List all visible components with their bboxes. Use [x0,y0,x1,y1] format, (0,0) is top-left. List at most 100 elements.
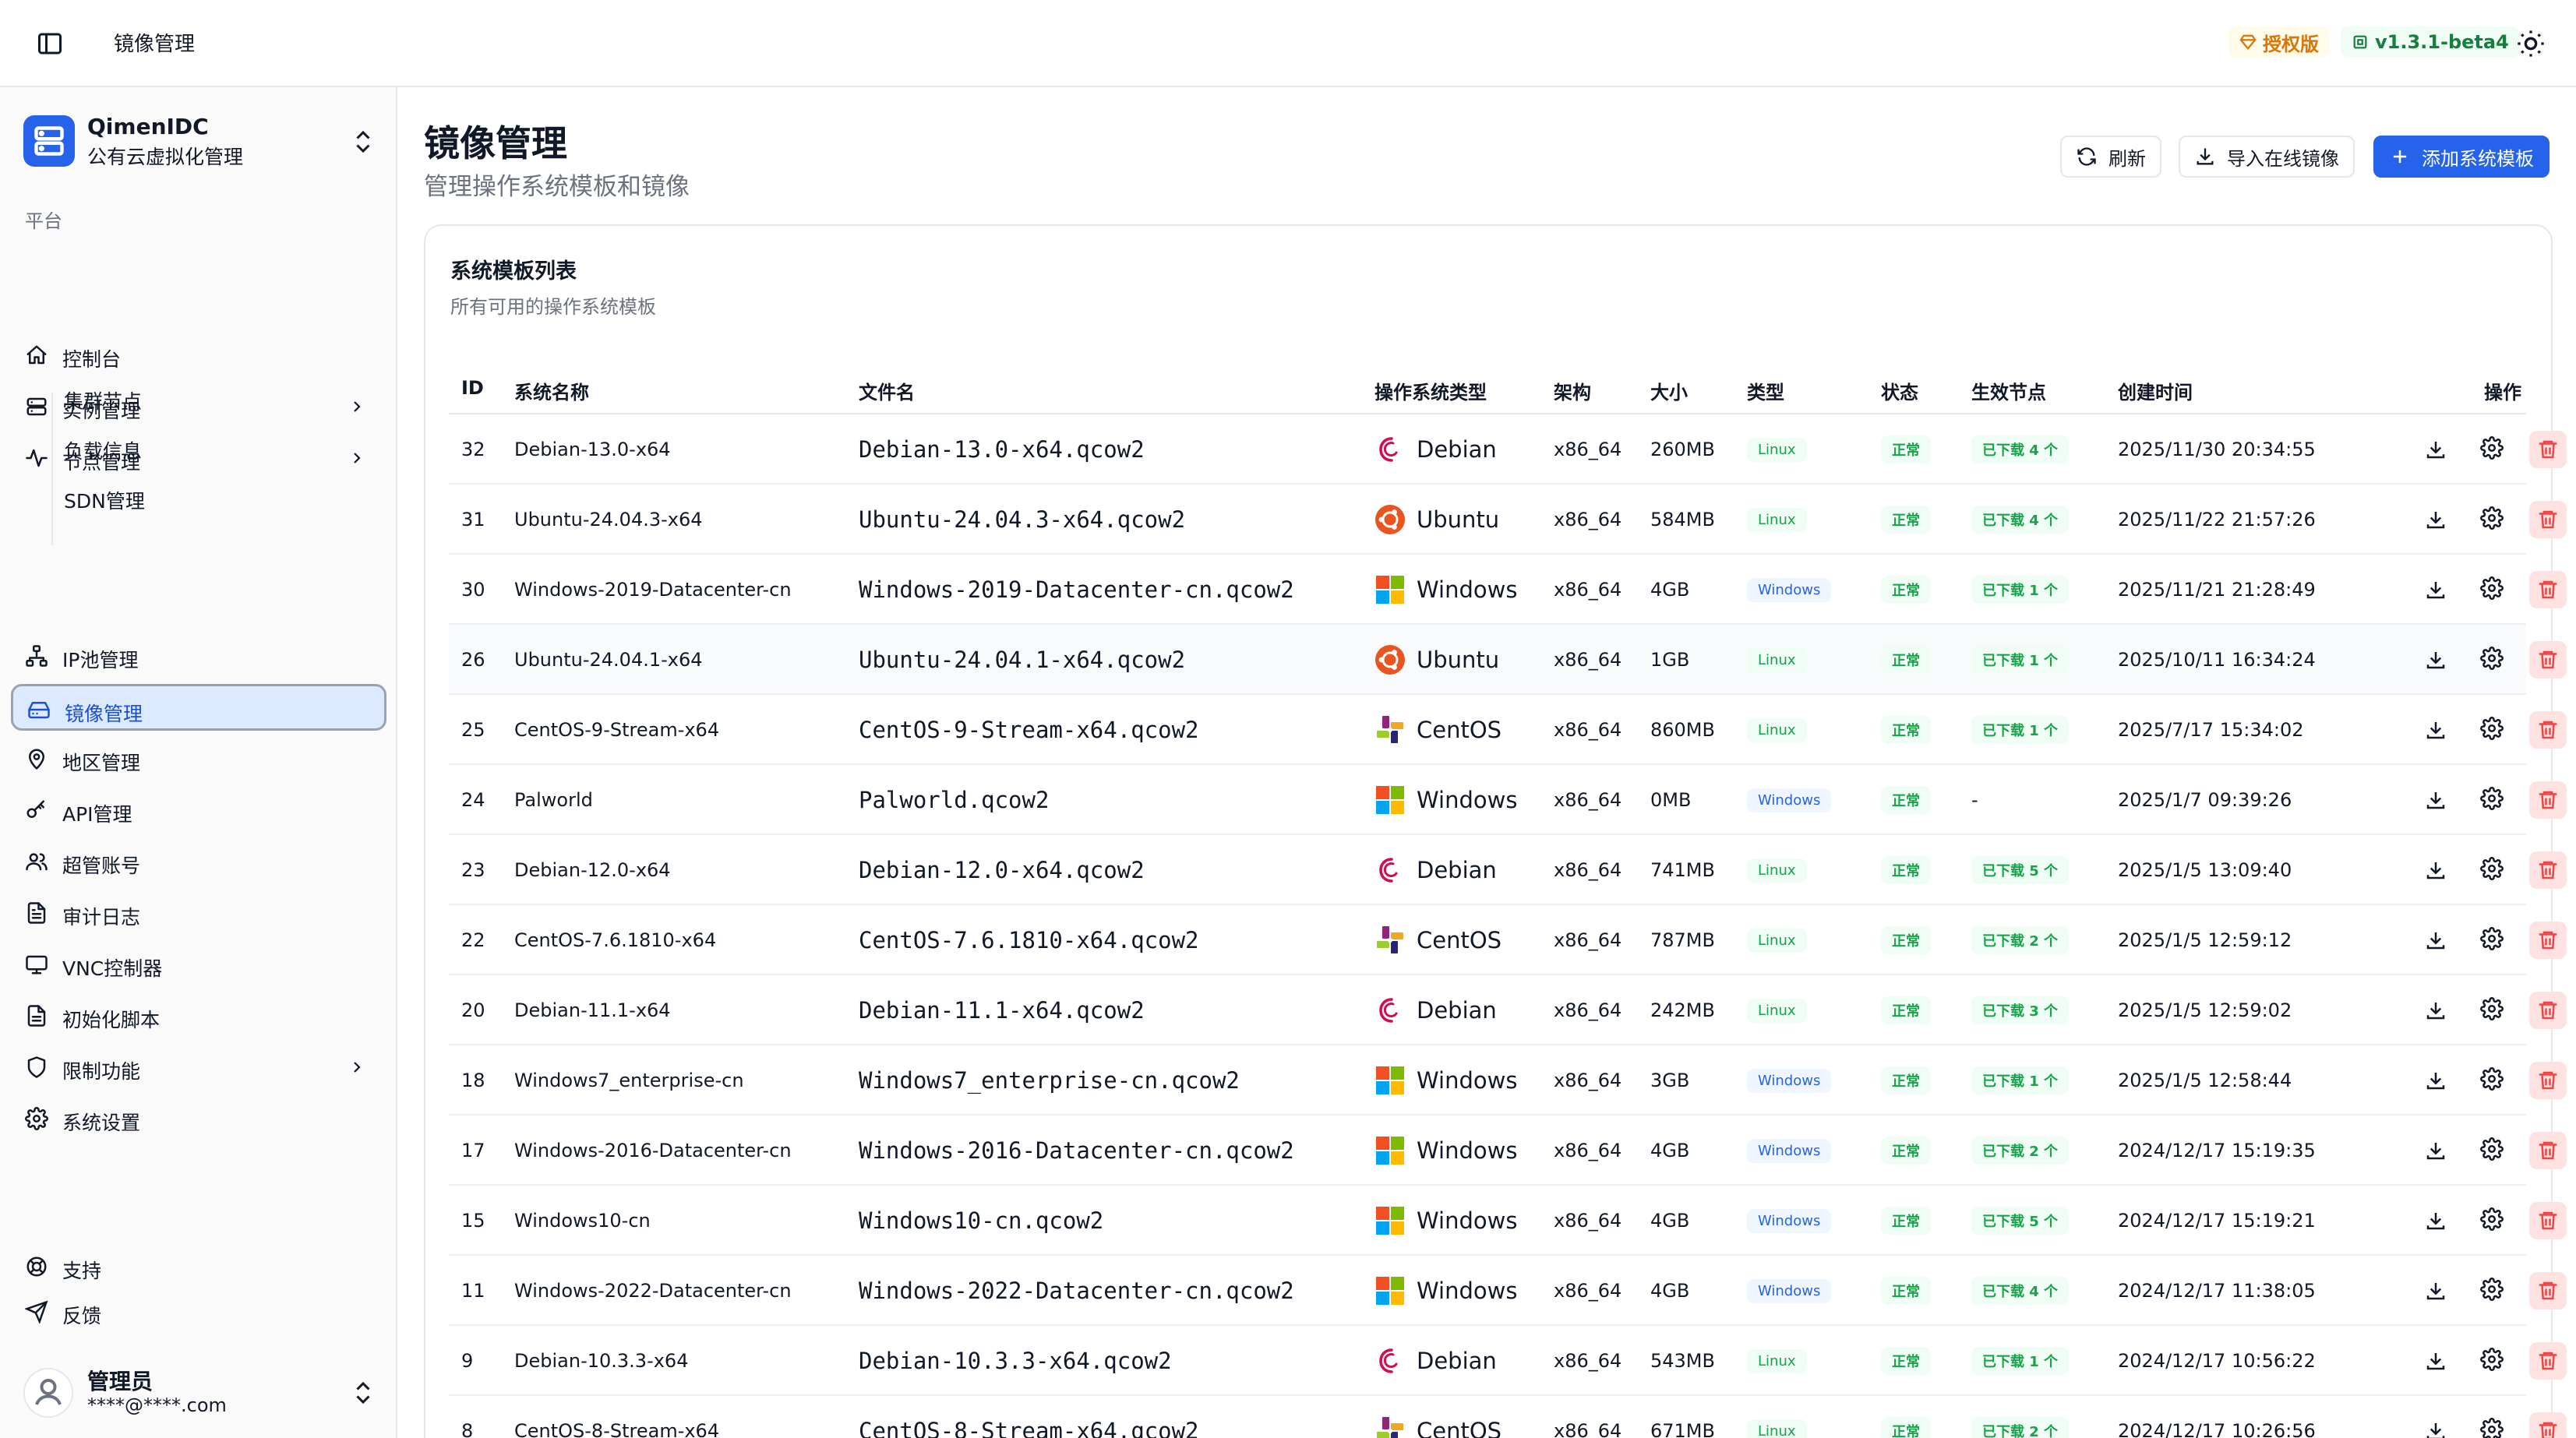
table-row[interactable]: 26 Ubuntu-24.04.1-x64 Ubuntu-24.04.1-x64.q… [449,625,2567,695]
settings-button[interactable] [2473,851,2511,889]
download-button[interactable] [2417,781,2454,819]
delete-button[interactable] [2529,501,2567,538]
table-row[interactable]: 22 CentOS-7.6.1810-x64 CentOS-7.6.1810-x64… [449,905,2567,975]
download-button[interactable] [2417,1272,2454,1309]
settings-button[interactable] [2473,992,2511,1029]
sidebar-item-images[interactable]: 镜像管理 [11,684,386,731]
settings-button[interactable] [2473,922,2511,959]
settings-button[interactable] [2473,1412,2511,1438]
sidebar-item-restrictions[interactable]: 限制功能 [11,1044,386,1091]
sidebar-subitem-cluster-nodes[interactable]: 集群节点 [64,386,142,414]
nodes-badge[interactable]: 已下载 4 个 [1971,435,2070,463]
delete-button[interactable] [2529,922,2567,959]
delete-button[interactable] [2529,781,2567,819]
sidebar-item-regions[interactable]: 地区管理 [11,735,386,782]
settings-button[interactable] [2473,781,2511,819]
table-row[interactable]: 8 CentOS-8-Stream-x64 CentOS-8-Stream-x64.… [449,1396,2567,1438]
settings-button[interactable] [2473,641,2511,678]
download-button[interactable] [2417,571,2454,608]
download-button[interactable] [2417,1412,2454,1438]
nodes-badge[interactable]: 已下载 3 个 [1971,996,2070,1024]
sidebar-item-feedback[interactable]: 反馈 [11,1288,386,1335]
nodes-badge[interactable]: 已下载 2 个 [1971,926,2070,954]
nodes-badge[interactable]: 已下载 1 个 [1971,1066,2070,1094]
download-button[interactable] [2417,1342,2454,1380]
settings-button[interactable] [2473,1272,2511,1309]
refresh-button[interactable]: 刷新 [2060,136,2161,178]
nodes-badge[interactable]: 已下载 2 个 [1971,1417,2070,1438]
delete-button[interactable] [2529,992,2567,1029]
sidebar-subitem-load-info[interactable]: 负载信息 [64,436,142,464]
table-row[interactable]: 24 Palworld Palworld.qcow2 Windows x86_64 0MB… [449,765,2567,835]
settings-button[interactable] [2473,711,2511,749]
nodes-badge[interactable]: 已下载 1 个 [1971,576,2070,604]
nodes-badge[interactable]: 已下载 1 个 [1971,646,2070,674]
delete-button[interactable] [2529,1062,2567,1099]
sidebar-item-ip-pool[interactable]: IP池管理 [11,633,386,679]
nodes-badge[interactable]: 已下载 1 个 [1971,1347,2070,1375]
settings-button[interactable] [2473,431,2511,468]
nodes-badge[interactable]: 已下载 2 个 [1971,1137,2070,1165]
download-button[interactable] [2417,992,2454,1029]
download-button[interactable] [2417,641,2454,678]
nodes-badge[interactable]: 已下载 5 个 [1971,856,2070,884]
settings-button[interactable] [2473,1202,2511,1239]
table-row[interactable]: 15 Windows10-cn Windows10-cn.qcow2 Windows x… [449,1186,2567,1256]
nodes-badge[interactable]: 已下载 1 个 [1971,716,2070,744]
table-row[interactable]: 17 Windows-2016-Datacenter-cn Windows-2016… [449,1116,2567,1186]
sidebar-toggle-icon[interactable] [36,30,64,58]
download-button[interactable] [2417,501,2454,538]
delete-button[interactable] [2529,431,2567,468]
user-menu[interactable]: 管理员 ****@****.com [23,1362,382,1424]
sidebar-item-settings[interactable]: 系统设置 [11,1095,386,1142]
table-row[interactable]: 20 Debian-11.1-x64 Debian-11.1-x64.qcow2 De… [449,975,2567,1045]
table-row[interactable]: 9 Debian-10.3.3-x64 Debian-10.3.3-x64.qcow… [449,1326,2567,1396]
download-button[interactable] [2417,431,2454,468]
nodes-badge[interactable]: 已下载 4 个 [1971,506,2070,534]
theme-toggle-sun-icon[interactable] [2515,28,2546,59]
settings-button[interactable] [2473,1062,2511,1099]
brand-switcher[interactable]: QimenIDC 公有云虚拟化管理 [23,111,382,179]
settings-button[interactable] [2473,571,2511,608]
settings-button[interactable] [2473,1132,2511,1169]
delete-button[interactable] [2529,641,2567,678]
delete-button[interactable] [2529,851,2567,889]
sidebar-subitem-sdn[interactable]: SDN管理 [64,486,145,514]
download-button[interactable] [2417,851,2454,889]
sidebar-item-admins[interactable]: 超管账号 [11,838,386,885]
version-badge[interactable]: v1.3.1-beta4 [2341,26,2520,58]
sidebar-item-audit-log[interactable]: 审计日志 [11,890,386,936]
table-row[interactable]: 23 Debian-12.0-x64 Debian-12.0-x64.qcow2 De… [449,835,2567,905]
delete-button[interactable] [2529,1132,2567,1169]
nodes-badge[interactable]: 已下载 5 个 [1971,1207,2070,1235]
import-online-image-button[interactable]: 导入在线镜像 [2179,136,2355,178]
table-row[interactable]: 11 Windows-2022-Datacenter-cn Windows-2022… [449,1256,2567,1326]
download-button[interactable] [2417,1132,2454,1169]
sidebar-item-vnc[interactable]: VNC控制器 [11,941,386,988]
table-row[interactable]: 25 CentOS-9-Stream-x64 CentOS-9-Stream-x64… [449,695,2567,765]
delete-button[interactable] [2529,1272,2567,1309]
settings-button[interactable] [2473,501,2511,538]
table-row[interactable]: 32 Debian-13.0-x64 Debian-13.0-x64.qcow2 De… [449,414,2567,485]
delete-button[interactable] [2529,571,2567,608]
download-button[interactable] [2417,1202,2454,1239]
delete-button[interactable] [2529,1342,2567,1380]
download-button[interactable] [2417,1062,2454,1099]
sidebar-item-init-scripts[interactable]: 初始化脚本 [11,992,386,1039]
delete-button[interactable] [2529,1412,2567,1438]
table-row[interactable]: 30 Windows-2019-Datacenter-cn Windows-2019… [449,555,2567,625]
cell-nodes: 已下载 2 个 [1971,905,2070,975]
table-row[interactable]: 31 Ubuntu-24.04.3-x64 Ubuntu-24.04.3-x64.q… [449,485,2567,555]
delete-button[interactable] [2529,1202,2567,1239]
sidebar-item-api[interactable]: API管理 [11,787,386,834]
settings-button[interactable] [2473,1342,2511,1380]
license-badge[interactable]: 授权版 [2228,26,2330,58]
sidebar-item-support[interactable]: 支持 [11,1243,386,1290]
delete-button[interactable] [2529,711,2567,749]
nodes-badge[interactable]: 已下载 4 个 [1971,1277,2070,1305]
download-button[interactable] [2417,922,2454,959]
sidebar-item-dashboard[interactable]: 控制台 [11,332,386,379]
add-system-template-button[interactable]: 添加系统模板 [2373,136,2550,178]
table-row[interactable]: 18 Windows7_enterprise-cn Windows7_enterpr… [449,1045,2567,1116]
download-button[interactable] [2417,711,2454,749]
